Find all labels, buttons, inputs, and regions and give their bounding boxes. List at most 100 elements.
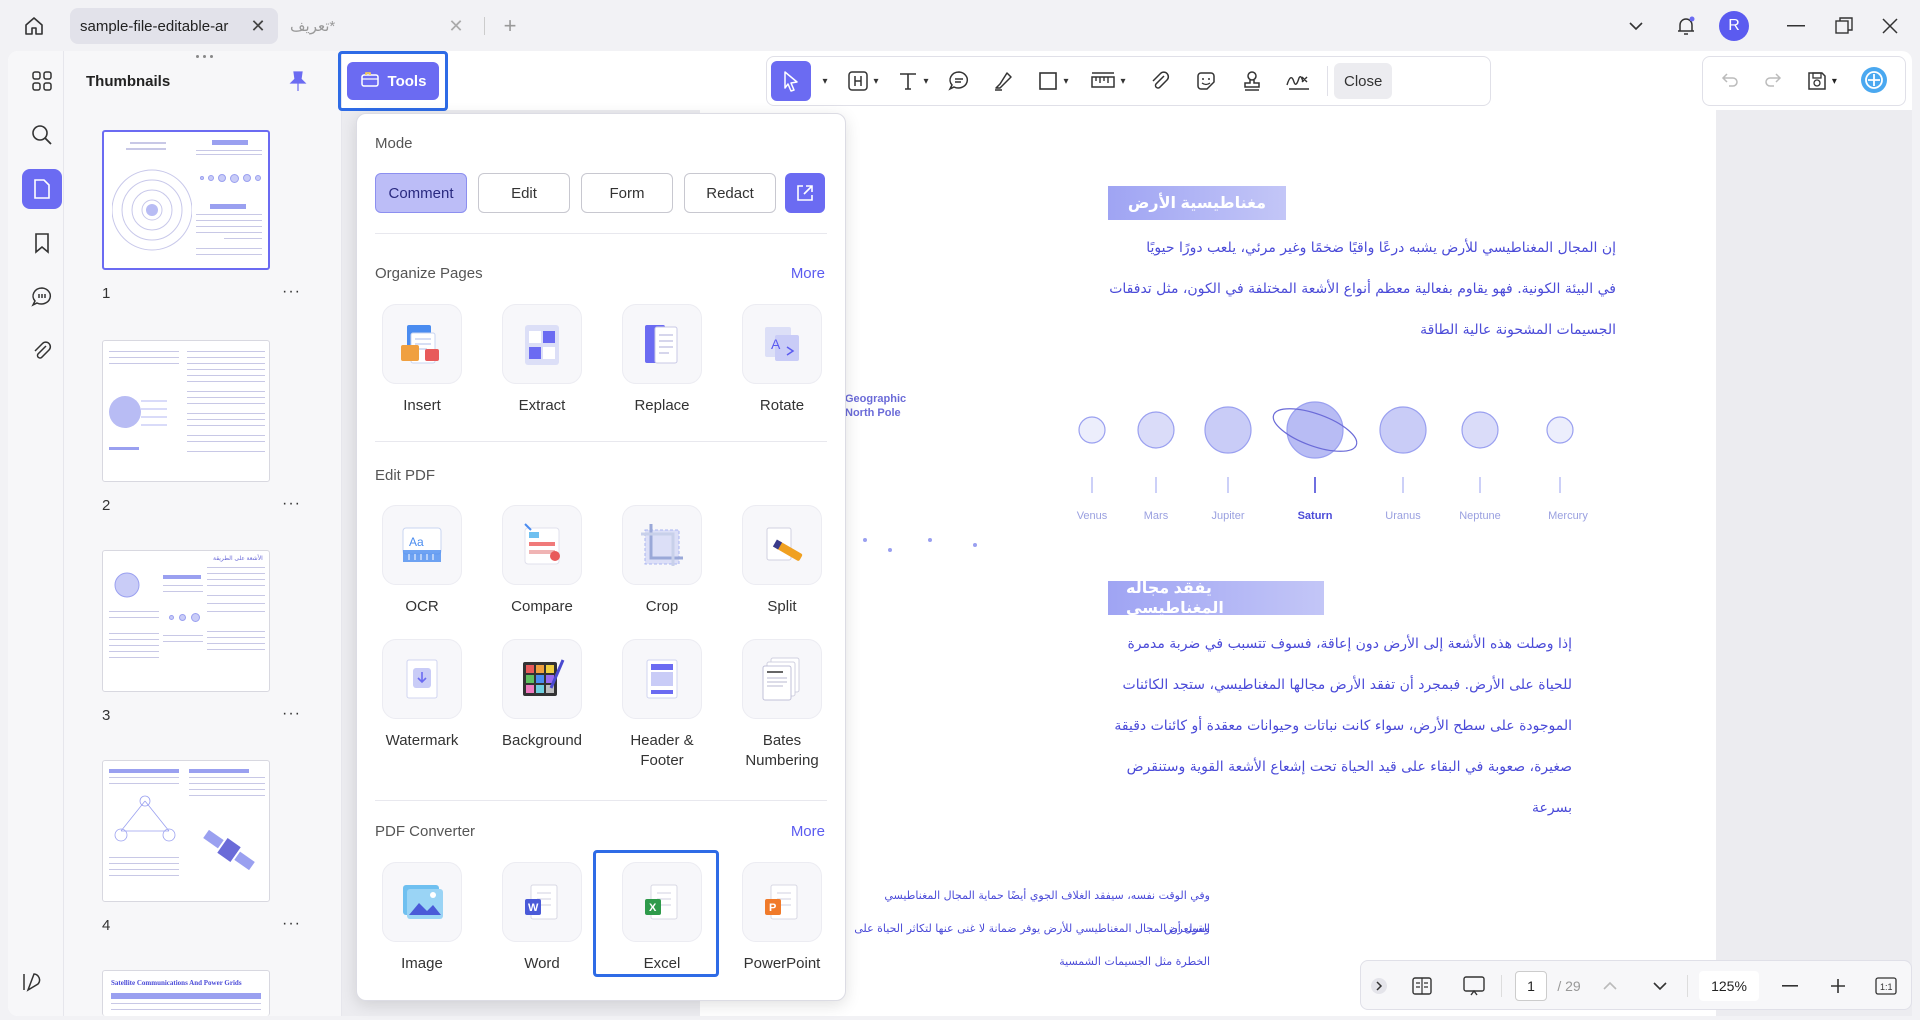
text-box-tool-icon[interactable]: ▾: [839, 61, 887, 101]
attach-file-tool-icon[interactable]: [1137, 61, 1183, 101]
replace-tool[interactable]: Replace: [607, 304, 717, 416]
ocr-tool[interactable]: Aa OCR: [367, 505, 477, 617]
convert-to-image-tool[interactable]: Image: [367, 862, 477, 974]
page-number-2: 2: [102, 497, 111, 514]
extract-icon: [502, 304, 582, 384]
zoom-out-icon[interactable]: [1773, 969, 1807, 1003]
collapse-arrow-icon[interactable]: [1367, 969, 1391, 1003]
header-footer-tool[interactable]: Header & Footer: [607, 639, 717, 771]
save-icon[interactable]: ▾: [1806, 70, 1837, 92]
sticker-tool-icon[interactable]: [1183, 61, 1229, 101]
close-tab-icon[interactable]: ✕: [446, 16, 466, 36]
restore-window-icon[interactable]: [1824, 10, 1864, 42]
powerpoint-label: PowerPoint: [743, 955, 821, 972]
mode-edit-button[interactable]: Edit: [478, 173, 570, 213]
mode-form-button[interactable]: Form: [581, 173, 673, 213]
insert-tool[interactable]: Insert: [367, 304, 477, 416]
page-number-4: 4: [102, 917, 111, 934]
mode-comment-button[interactable]: Comment: [375, 173, 467, 213]
pin-icon[interactable]: [286, 69, 310, 93]
tools-button-highlight: Tools: [338, 51, 448, 111]
compare-tool[interactable]: Compare: [487, 505, 597, 617]
convert-to-word-tool[interactable]: W Word: [487, 862, 597, 974]
image-icon: [382, 862, 462, 942]
comment-tool-icon[interactable]: [939, 61, 979, 101]
page-thumbnail-3[interactable]: الأشعة على الطريقة: [102, 550, 270, 692]
search-icon[interactable]: [22, 115, 62, 155]
shape-tool-icon[interactable]: ▾: [1027, 61, 1079, 101]
paragraph-line: الخطرة مثل الجسيمات الشمسية: [1059, 955, 1210, 968]
background-tool[interactable]: Background: [487, 639, 597, 751]
close-tab-icon[interactable]: ✕: [248, 16, 268, 36]
title-bar: sample-file-editable-ar ✕ تعريف* ✕ + R: [0, 0, 1920, 51]
thumbnail-more-icon[interactable]: ···: [282, 915, 301, 933]
chevron-down-icon[interactable]: ▾: [811, 61, 839, 101]
apps-grid-icon[interactable]: [22, 61, 62, 101]
crop-icon: [622, 505, 702, 585]
extract-tool[interactable]: Extract: [487, 304, 597, 416]
compare-icon: [502, 505, 582, 585]
redo-icon[interactable]: [1763, 70, 1783, 93]
signature-tool-icon[interactable]: [1275, 61, 1321, 101]
attachment-icon[interactable]: [22, 331, 62, 371]
page-layout-icon[interactable]: [1405, 969, 1439, 1003]
home-icon[interactable]: [20, 12, 48, 40]
new-tab-icon[interactable]: +: [496, 12, 524, 40]
notification-bell-icon[interactable]: [1668, 10, 1704, 42]
converter-more-link[interactable]: More: [791, 823, 825, 840]
thumbnails-page-icon[interactable]: [22, 169, 62, 209]
open-external-icon[interactable]: [785, 173, 825, 213]
tab-inactive-document[interactable]: تعريف* ✕: [280, 8, 476, 44]
actual-size-icon[interactable]: 1:1: [1869, 969, 1903, 1003]
zoom-level-field[interactable]: 125%: [1697, 969, 1761, 1003]
close-window-icon[interactable]: [1870, 10, 1910, 42]
comments-icon[interactable]: [22, 277, 62, 317]
sidebar-toggle-icon[interactable]: [20, 970, 50, 1000]
user-avatar[interactable]: R: [1716, 10, 1752, 42]
thumbnail-more-icon[interactable]: ···: [282, 705, 301, 723]
stamp-tool-icon[interactable]: [1229, 61, 1275, 101]
text-tool-icon[interactable]: ▾: [887, 61, 939, 101]
minimize-icon[interactable]: [1776, 10, 1816, 42]
convert-to-powerpoint-tool[interactable]: P PowerPoint: [727, 862, 837, 974]
page-number-field[interactable]: 1: [1513, 969, 1549, 1003]
thumbnail-more-icon[interactable]: ···: [282, 495, 301, 513]
chevron-down-icon[interactable]: [1618, 10, 1654, 42]
split-icon: [742, 505, 822, 585]
current-page-input[interactable]: 1: [1515, 971, 1547, 1001]
next-page-icon[interactable]: [1643, 969, 1677, 1003]
select-tool-icon[interactable]: [771, 61, 811, 101]
page-thumbnail-5[interactable]: Satellite Communications And Power Grids: [102, 970, 270, 1016]
page-thumbnail-1[interactable]: [102, 130, 270, 270]
section-heading: يفقد مجاله المغناطيسي: [1108, 580, 1324, 617]
tools-button[interactable]: Tools: [347, 62, 439, 100]
split-tool[interactable]: Split: [727, 505, 837, 617]
thumbnails-title: Thumbnails: [86, 73, 171, 90]
undo-icon[interactable]: [1720, 70, 1740, 93]
bookmark-icon[interactable]: [22, 223, 62, 263]
presentation-icon[interactable]: [1457, 969, 1491, 1003]
watermark-tool[interactable]: Watermark: [367, 639, 477, 751]
previous-page-icon[interactable]: [1593, 969, 1627, 1003]
tab-active-document[interactable]: sample-file-editable-ar ✕: [70, 8, 278, 44]
paragraph-line: إذا وصلت هذه الأشعة إلى الأرض دون إعاقة،…: [1127, 636, 1572, 652]
drag-handle[interactable]: [192, 55, 216, 61]
zoom-in-icon[interactable]: [1821, 969, 1855, 1003]
rotate-tool[interactable]: A Rotate: [727, 304, 837, 416]
planet-label: Mars: [1143, 510, 1169, 522]
thumbnail-more-icon[interactable]: ···: [282, 283, 301, 301]
mode-redact-button[interactable]: Redact: [684, 173, 776, 213]
ai-assistant-icon[interactable]: [1860, 66, 1888, 97]
page-thumbnail-2[interactable]: [102, 340, 270, 482]
measure-tool-icon[interactable]: ▾: [1079, 61, 1137, 101]
page-thumbnail-4[interactable]: [102, 760, 270, 902]
crop-tool[interactable]: Crop: [607, 505, 717, 617]
close-toolbar-button[interactable]: Close: [1334, 63, 1393, 99]
planet-label: Uranus: [1385, 510, 1421, 522]
bates-numbering-tool[interactable]: Bates Numbering: [727, 639, 837, 771]
highlight-tool-icon[interactable]: [979, 61, 1027, 101]
organize-more-link[interactable]: More: [791, 265, 825, 282]
paragraph-line: في البيئة الكونية. فهو يقاوم بفعالية معظ…: [1109, 281, 1616, 297]
zoom-value[interactable]: 125%: [1699, 971, 1759, 1001]
toolbox-icon: [360, 70, 380, 92]
